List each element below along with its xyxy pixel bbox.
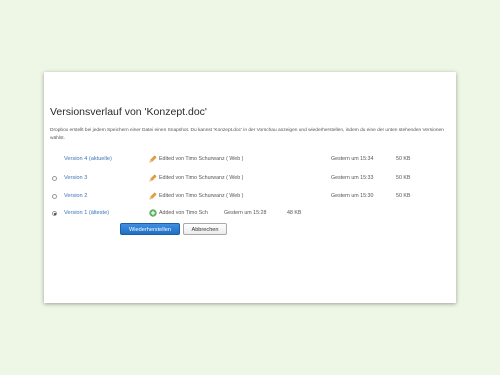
version-time: Gestern um 15:30 (331, 193, 374, 199)
version-size: 50 KB (396, 156, 411, 162)
version-time: Gestern um 15:34 (331, 156, 374, 162)
version-row[interactable]: Version 1 (älteste) Added von Timo Sch G… (50, 208, 450, 220)
pencil-icon (149, 155, 157, 163)
version-editor: Edited von Timo Schurwanz ( Web ) (159, 193, 244, 199)
version-radio[interactable] (52, 194, 57, 199)
pencil-icon (149, 192, 157, 200)
version-link[interactable]: Version 3 (64, 175, 87, 181)
version-link[interactable]: Version 1 (älteste) (64, 210, 109, 216)
version-row[interactable]: Version 3 Edited von Timo Schurwanz ( We… (50, 173, 450, 185)
version-size: 50 KB (396, 193, 411, 199)
version-time: Gestern um 15:33 (331, 175, 374, 181)
version-time: Gestern um 15:28 (224, 210, 267, 216)
version-editor: Edited von Timo Schurwanz ( Web ) (159, 175, 244, 181)
pencil-icon (149, 174, 157, 182)
version-size: 50 KB (396, 175, 411, 181)
version-size: 48 KB (287, 210, 302, 216)
version-editor: Added von Timo Sch (159, 210, 208, 216)
dialog-title: Versionsverlauf von 'Konzept.doc' (50, 106, 207, 118)
version-row[interactable]: Version 4 (aktuelle) Edited von Timo Sch… (50, 154, 450, 166)
version-link[interactable]: Version 4 (aktuelle) (64, 156, 112, 162)
plus-circle-icon (149, 209, 157, 217)
cancel-button[interactable]: Abbrechen (183, 223, 227, 235)
version-row[interactable]: Version 2 Edited von Timo Schurwanz ( We… (50, 191, 450, 203)
dialog-description: Dropbox erstellt bei jedem Speichern ein… (50, 128, 444, 141)
version-editor: Edited von Timo Schurwanz ( Web ) (159, 156, 244, 162)
version-history-dialog: Versionsverlauf von 'Konzept.doc' Dropbo… (44, 72, 456, 303)
version-link[interactable]: Version 2 (64, 193, 87, 199)
restore-button[interactable]: Wiederherstellen (120, 223, 180, 235)
version-radio-selected[interactable] (52, 211, 57, 216)
version-radio[interactable] (52, 176, 57, 181)
